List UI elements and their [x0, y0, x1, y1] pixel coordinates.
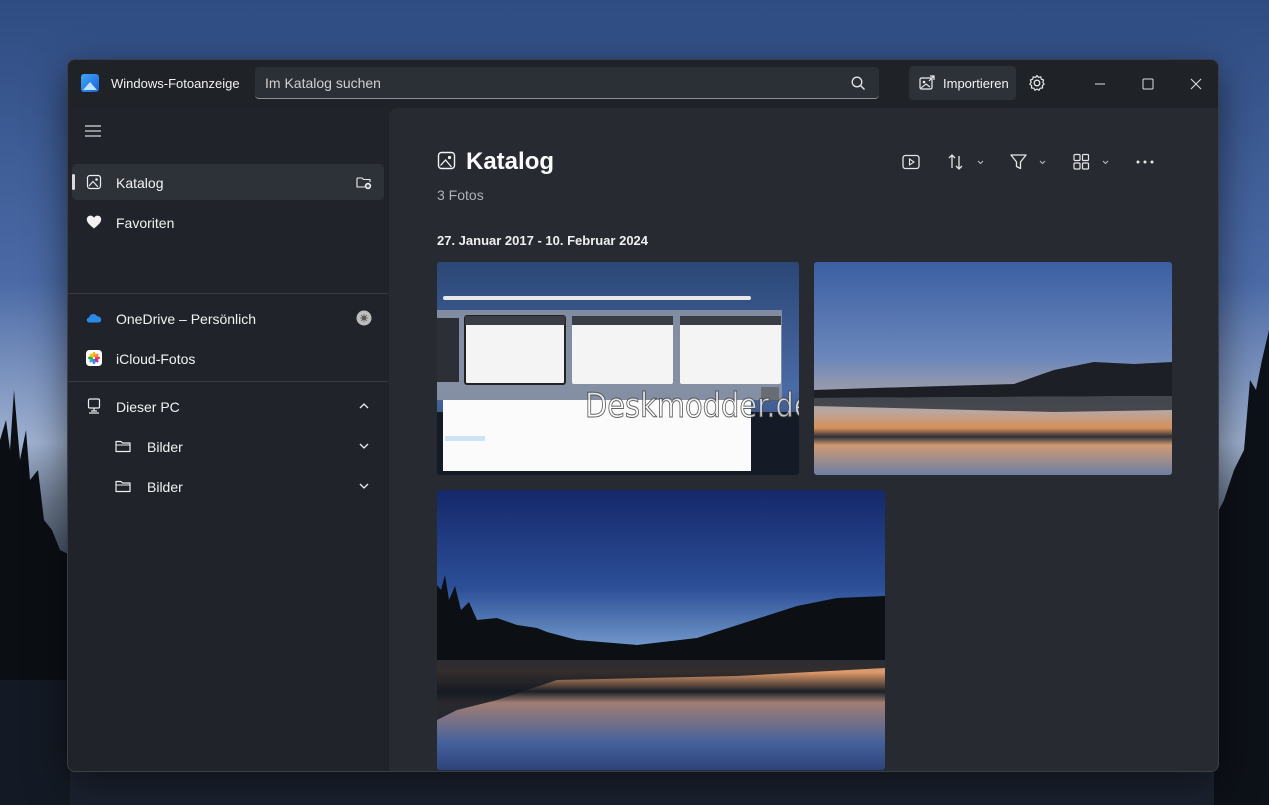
sidebar-item-label: Katalog	[116, 175, 164, 191]
sidebar-item-label: Bilder	[147, 479, 183, 495]
settings-gear-icon[interactable]	[1028, 74, 1046, 92]
status-icon	[356, 310, 372, 326]
sidebar-divider	[68, 293, 388, 294]
main-content: Katalog 3 Fotos 27. Januar 2017 - 10. Fe…	[389, 108, 1218, 771]
date-range-header: 27. Januar 2017 - 10. Februar 2024	[437, 233, 649, 248]
search-box[interactable]	[255, 67, 879, 99]
chevron-down-icon[interactable]	[356, 478, 372, 494]
filter-icon[interactable]	[1009, 152, 1051, 172]
screenshot-preview	[437, 296, 799, 475]
photo-icon	[437, 151, 456, 170]
sidebar-item-katalog[interactable]: Katalog	[72, 164, 384, 200]
wallpaper-trees-right	[1214, 330, 1269, 805]
photo-thumbnail[interactable]: Deskmodder.de	[437, 262, 799, 475]
selection-indicator	[72, 174, 75, 190]
wallpaper-trees-left	[0, 390, 70, 805]
photo-thumbnail[interactable]	[437, 490, 885, 770]
folder-icon	[115, 440, 131, 453]
sidebar-item-label: iCloud-Fotos	[116, 351, 196, 367]
heart-icon	[86, 215, 102, 229]
photos-window: Windows-Fotoanzeige Importieren	[67, 59, 1219, 772]
import-icon	[919, 75, 935, 90]
slideshow-icon[interactable]	[901, 152, 921, 172]
add-folder-icon[interactable]	[356, 174, 372, 190]
folder-icon	[115, 480, 131, 493]
maximize-icon[interactable]	[1138, 74, 1158, 94]
sidebar-item-favoriten[interactable]: Favoriten	[72, 204, 384, 240]
sidebar-item-bilder[interactable]: Bilder	[72, 428, 384, 464]
close-icon[interactable]	[1186, 74, 1206, 94]
search-input[interactable]	[255, 67, 879, 98]
sort-icon[interactable]	[947, 152, 989, 172]
hamburger-menu-icon[interactable]	[84, 124, 102, 138]
pc-icon	[87, 398, 101, 414]
photos-app-icon	[81, 74, 99, 92]
photo-count: 3 Fotos	[437, 187, 484, 203]
chevron-up-icon[interactable]	[356, 398, 372, 414]
sidebar-item-icloud[interactable]: iCloud-Fotos	[72, 340, 384, 376]
sidebar-item-label: Bilder	[147, 439, 183, 455]
layout-view-icon[interactable]	[1072, 152, 1114, 172]
sidebar-item-onedrive[interactable]: OneDrive – Persönlich	[72, 300, 384, 336]
chevron-down-icon[interactable]	[356, 438, 372, 454]
sidebar: Katalog Favoriten OneDrive – Persönlich	[68, 108, 388, 771]
sidebar-item-label: Dieser PC	[116, 399, 180, 415]
sidebar-item-bilder[interactable]: Bilder	[72, 468, 384, 504]
app-title: Windows-Fotoanzeige	[111, 76, 240, 91]
title-bar: Windows-Fotoanzeige Importieren	[68, 60, 1218, 108]
photo-thumbnail[interactable]	[814, 262, 1172, 475]
more-options-icon[interactable]	[1135, 152, 1155, 172]
sidebar-item-dieser-pc[interactable]: Dieser PC	[72, 388, 384, 424]
sidebar-divider	[68, 381, 388, 382]
import-button[interactable]: Importieren	[909, 66, 1016, 100]
landscape-silhouette	[437, 575, 885, 720]
landscape-silhouette	[814, 362, 1172, 412]
import-label: Importieren	[943, 76, 1009, 91]
sidebar-item-label: OneDrive – Persönlich	[116, 311, 257, 327]
sidebar-item-label: Favoriten	[116, 215, 175, 231]
page-title: Katalog	[466, 148, 555, 175]
cloud-icon	[86, 314, 102, 323]
watermark-text: Deskmodder.de	[585, 386, 799, 427]
minimize-icon[interactable]	[1090, 74, 1110, 94]
search-icon[interactable]	[851, 76, 865, 90]
photo-icon	[86, 174, 102, 190]
icloud-photos-icon	[86, 350, 102, 366]
